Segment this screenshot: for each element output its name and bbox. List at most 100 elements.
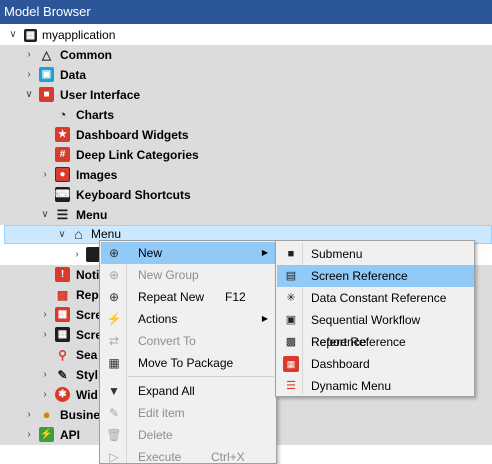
- menu-item-delete[interactable]: 🗑 Delete: [101, 424, 276, 446]
- menu-list-icon: ☰: [56, 206, 69, 222]
- chevron-right-icon[interactable]: ›: [24, 425, 34, 445]
- tree-label: myapplication: [42, 28, 116, 42]
- submenu-item-label: Screen Reference: [311, 269, 408, 283]
- menu-item-edit-item[interactable]: ✎ Edit item: [101, 402, 276, 424]
- tree-label: Images: [76, 168, 118, 182]
- menu-item-new[interactable]: ⊕ New ▶: [101, 242, 276, 264]
- chevron-right-icon[interactable]: ›: [24, 65, 34, 85]
- tree-node-keyboard-shortcuts[interactable]: ⌨ Keyboard Shortcuts: [0, 185, 492, 205]
- menu-item-label: Delete: [138, 428, 173, 442]
- chevron-right-icon[interactable]: ›: [40, 385, 50, 405]
- caret-down-icon: ▼: [108, 384, 120, 398]
- tree-node-images[interactable]: › ● Images: [0, 165, 492, 185]
- submenu-item-sequential-workflow-reference[interactable]: ▣ Sequential Workflow Reference: [277, 309, 474, 349]
- submenu-item-label: Submenu: [311, 247, 363, 261]
- add-group-icon: ⊕: [108, 268, 120, 282]
- chevron-right-icon[interactable]: ›: [40, 305, 50, 325]
- tree-node-user-interface[interactable]: ∨ ■ User Interface: [0, 85, 492, 105]
- menu-item-label: New Group: [138, 268, 199, 282]
- chevron-right-icon[interactable]: ›: [24, 45, 34, 65]
- folder-icon: ■: [287, 248, 295, 260]
- trash-icon: 🗑: [106, 428, 122, 442]
- tree-node-data[interactable]: › ▣ Data: [0, 65, 492, 85]
- tree-label: Sea: [76, 348, 98, 362]
- convert-icon: ⇄: [108, 334, 120, 348]
- chevron-right-icon[interactable]: ›: [40, 365, 50, 385]
- chevron-right-icon[interactable]: ›: [72, 245, 82, 265]
- pie-chart-icon: ◔: [58, 106, 67, 122]
- menu-item-repeat-new[interactable]: ⊕ Repeat New F12: [101, 286, 276, 308]
- submenu-item-label: Report Reference: [311, 335, 406, 349]
- submenu-item-submenu[interactable]: ■ Submenu: [277, 243, 474, 265]
- chevron-down-icon[interactable]: ∨: [8, 25, 18, 45]
- submenu-item-report-reference[interactable]: ▩ Report Reference: [277, 331, 474, 353]
- menu-item-label: Edit item: [138, 406, 185, 420]
- tree-label: Wid: [76, 388, 98, 402]
- submenu-item-screen-reference[interactable]: ▤ Screen Reference: [277, 265, 474, 287]
- chevron-down-icon[interactable]: ∨: [24, 85, 34, 105]
- tree-node-dashboard-widgets[interactable]: ★ Dashboard Widgets: [0, 125, 492, 145]
- menu-separator: [128, 376, 274, 377]
- new-submenu: ■ Submenu ▤ Screen Reference ✳ Data Cons…: [275, 240, 475, 397]
- menu-item-label: Expand All: [138, 384, 195, 398]
- tree-label: Menu: [76, 208, 108, 222]
- tree-label: Deep Link Categories: [76, 148, 199, 162]
- menu-item-actions[interactable]: ⚡ Actions ▶: [101, 308, 276, 330]
- home-icon: ⌂: [74, 226, 83, 242]
- submenu-item-dashboard[interactable]: ▦ Dashboard: [277, 353, 474, 375]
- tree-label: Rep: [76, 288, 99, 302]
- menu-item-label: New: [138, 246, 163, 260]
- menu-item-label: Repeat New: [138, 290, 205, 304]
- submenu-item-data-constant-reference[interactable]: ✳ Data Constant Reference: [277, 287, 474, 309]
- tree-label: Noti: [76, 268, 100, 282]
- submenu-item-label: Dashboard: [311, 357, 370, 371]
- menu-item-shortcut: Ctrl+X: [211, 450, 245, 464]
- play-icon: ▷: [109, 450, 119, 464]
- brush-icon: ✎: [57, 367, 68, 382]
- submenu-item-label: Data Constant Reference: [311, 291, 447, 305]
- menu-item-expand-all[interactable]: ▼ Expand All: [101, 380, 276, 402]
- tree-node-menu[interactable]: ∨ ☰ Menu: [0, 205, 492, 225]
- menu-item-label: Execute: [138, 450, 182, 464]
- tree-label: User Interface: [60, 88, 141, 102]
- chevron-right-icon[interactable]: ›: [24, 405, 34, 425]
- chevron-down-icon[interactable]: ∨: [40, 205, 50, 225]
- tree-node-charts[interactable]: ◔ Charts: [0, 105, 492, 125]
- tree-label: Dashboard Widgets: [76, 128, 189, 142]
- context-menu: ⊕ New ▶ ⊕ New Group ⊕ Repeat New F12 ⚡ A…: [99, 240, 277, 464]
- screen-reference-icon: ▤: [285, 270, 297, 282]
- report-chart-icon: ▩: [56, 287, 69, 302]
- screen-icon: ▦: [55, 327, 70, 342]
- menu-item-new-group[interactable]: ⊕ New Group: [101, 264, 276, 286]
- tree-node-deep-link-categories[interactable]: # Deep Link Categories: [0, 145, 492, 165]
- chevron-right-icon[interactable]: ›: [40, 165, 50, 185]
- widget-star-icon: ★: [55, 127, 70, 142]
- report-icon: ▩: [285, 336, 297, 348]
- hash-icon: #: [55, 147, 70, 162]
- plug-icon: ⚡: [39, 427, 54, 442]
- menu-item-execute[interactable]: ▷ Execute Ctrl+X: [101, 446, 276, 464]
- dashboard-icon: ▦: [283, 356, 299, 372]
- dynamic-menu-icon: ☰: [286, 380, 296, 392]
- notification-icon: !: [55, 267, 70, 282]
- move-icon: ▦: [108, 356, 120, 370]
- lightning-icon: ⚡: [106, 312, 122, 326]
- menu-item-label: Convert To: [138, 334, 196, 348]
- submenu-arrow-icon: ▶: [261, 314, 268, 323]
- chevron-right-icon[interactable]: ›: [40, 325, 50, 345]
- submenu-item-dynamic-menu[interactable]: ☰ Dynamic Menu: [277, 375, 474, 397]
- menu-item-convert-to[interactable]: ⇄ Convert To: [101, 330, 276, 352]
- database-icon: ▣: [39, 67, 54, 82]
- keyboard-icon: ⌨: [55, 187, 70, 202]
- chevron-down-icon[interactable]: ∨: [57, 226, 67, 246]
- image-icon: ●: [55, 167, 70, 182]
- tree-label: Keyboard Shortcuts: [76, 188, 191, 202]
- tree-node-common[interactable]: › △ Common: [0, 45, 492, 65]
- menu-item-label: Move To Package: [138, 356, 234, 370]
- tree-node-root[interactable]: ∨ ▦ myapplication: [0, 25, 492, 45]
- shapes-icon: △: [41, 47, 52, 62]
- submenu-item-label: Dynamic Menu: [311, 379, 392, 393]
- tree-label: API: [60, 428, 81, 442]
- menu-item-move-to-package[interactable]: ▦ Move To Package: [101, 352, 276, 374]
- repeat-add-icon: ⊕: [108, 290, 120, 304]
